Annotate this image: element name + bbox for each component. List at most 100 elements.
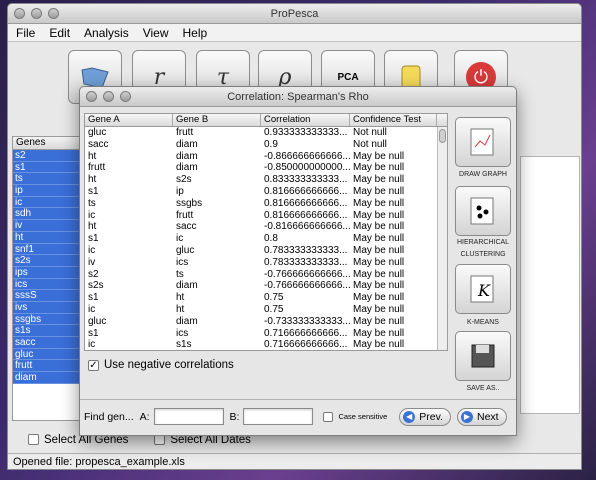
list-item[interactable]: ics [13,278,81,291]
table-cell: May be null [353,209,405,221]
draw-graph-button[interactable] [455,117,511,167]
close-window-button[interactable] [14,8,25,19]
table-row[interactable]: s1 ics 0.716666666666... May be null [85,328,447,340]
list-item[interactable]: ic [13,196,81,209]
list-item[interactable]: ts [13,173,81,186]
table-cell: ic [88,244,96,256]
table-cell: sacc [88,138,109,150]
dialog-minimize-button[interactable] [103,91,114,102]
list-item[interactable]: diam [13,372,81,384]
list-item[interactable]: snf1 [13,243,81,256]
save-icon [471,344,495,368]
dialog-close-button[interactable] [86,91,97,102]
b-label: B: [229,410,240,423]
dialog-zoom-button[interactable] [120,91,131,102]
table-cell: ht [176,292,185,304]
table-row[interactable]: gluc frutt 0.933333333333... Not null [85,127,447,139]
list-item[interactable]: gluc [13,348,81,361]
table-row[interactable]: ht sacc -0.816666666666... May be null [85,221,447,233]
table-cell: May be null [353,280,405,292]
list-item[interactable]: iv [13,220,81,232]
list-item[interactable]: ivs [13,301,81,314]
correlation-dialog: Correlation: Spearman's Rho Gene A Gene … [79,86,517,436]
table-cell: 0.816666666666... [264,197,348,209]
table-cell: s1 [88,185,99,197]
scroll-thumb[interactable] [439,129,446,143]
table-cell: 0.783333333333... [264,244,348,256]
menu-edit[interactable]: Edit [41,26,76,40]
table-row[interactable]: ts ssgbs 0.816666666666... May be null [85,198,447,210]
genes-header[interactable]: Genes [13,137,81,150]
table-cell: -0.866666666666... [264,150,350,162]
table-row[interactable]: ic ht 0.75 May be null [85,304,447,316]
table-cell: s2 [88,268,99,280]
case-sensitive-label: Case sensitive [338,412,388,421]
prev-button[interactable]: ◀ Prev. [399,407,451,426]
list-item[interactable]: frutt [13,360,81,373]
list-item[interactable]: ht [13,231,81,244]
save-as-label: SAVE AS.. [466,385,500,392]
dialog-title: Correlation: Spearman's Rho [227,91,369,103]
table-cell: frutt [176,209,194,221]
list-item[interactable]: s1 [13,161,81,174]
dialog-titlebar: Correlation: Spearman's Rho [80,87,516,107]
table-cell: 0.716666666666... [264,327,348,339]
table-cell: May be null [353,150,405,162]
menu-view[interactable]: View [135,26,175,40]
table-cell: 0.816666666666... [264,185,348,197]
col-gene-a[interactable]: Gene A [85,114,173,126]
col-correlation[interactable]: Correlation [261,114,350,126]
table-cell: 0.75 [264,303,284,315]
table-row[interactable]: s1 ip 0.816666666666... May be null [85,186,447,198]
table-row[interactable]: ic frutt 0.816666666666... May be null [85,210,447,222]
list-item[interactable]: s1s [13,325,81,337]
zoom-window-button[interactable] [48,8,59,19]
table-row[interactable]: s2 ts -0.766666666666... May be null [85,269,447,281]
table-row[interactable]: frutt diam -0.850000000000... May be null [85,162,447,174]
menu-analysis[interactable]: Analysis [76,26,135,40]
table-row[interactable]: s2s diam -0.766666666666... May be null [85,280,447,292]
list-item[interactable]: s2 [13,150,81,162]
table-scrollbar[interactable] [437,127,447,350]
table-cell: -0.850000000000... [264,162,350,174]
table-cell: 0.783333333333... [264,256,348,268]
kmeans-button[interactable]: K [455,264,511,314]
table-cell: -0.816666666666... [264,221,350,233]
list-item[interactable]: s2s [13,255,81,267]
case-sensitive-checkbox[interactable] [323,411,334,422]
table-cell: May be null [353,174,405,186]
list-item[interactable]: ssgbs [13,313,81,326]
table-row[interactable]: ic s1s 0.716666666666... May be null [85,339,447,351]
gene-a-input[interactable] [153,408,224,425]
main-titlebar: ProPesca [8,4,581,24]
list-item[interactable]: ip [13,185,81,197]
table-row[interactable]: gluc diam -0.733333333333... May be null [85,316,447,328]
table-row[interactable]: iv ics 0.783333333333... May be null [85,257,447,269]
window-controls [14,8,59,19]
save-as-button[interactable] [455,331,511,381]
table-row[interactable]: ht diam -0.866666666666... May be null [85,151,447,163]
minimize-window-button[interactable] [31,8,42,19]
table-cell: May be null [353,268,405,280]
table-row[interactable]: sacc diam 0.9 Not null [85,139,447,151]
table-row[interactable]: ht s2s 0.833333333333... May be null [85,174,447,186]
table-row[interactable]: s1 ht 0.75 May be null [85,292,447,304]
table-cell: May be null [353,315,405,327]
table-cell: May be null [353,339,405,351]
table-row[interactable]: s1 ic 0.8 May be null [85,233,447,245]
col-confidence[interactable]: Confidence Test [350,114,437,126]
next-button[interactable]: ▶ Next [456,407,507,426]
list-item[interactable]: ips [13,266,81,279]
use-negative-checkbox[interactable]: ✓ Use negative correlations [88,359,234,371]
list-item[interactable]: sssS [13,290,81,302]
list-item[interactable]: sacc [13,337,81,349]
clustering-button[interactable] [455,186,511,236]
col-gene-b[interactable]: Gene B [173,114,261,126]
table-cell: 0.816666666666... [264,209,348,221]
menu-help[interactable]: Help [175,26,214,40]
table-row[interactable]: ic gluc 0.783333333333... May be null [85,245,447,257]
list-item[interactable]: sdh [13,208,81,221]
gene-b-input[interactable] [243,408,314,425]
menu-file[interactable]: File [8,26,41,40]
table-cell: May be null [353,327,405,339]
